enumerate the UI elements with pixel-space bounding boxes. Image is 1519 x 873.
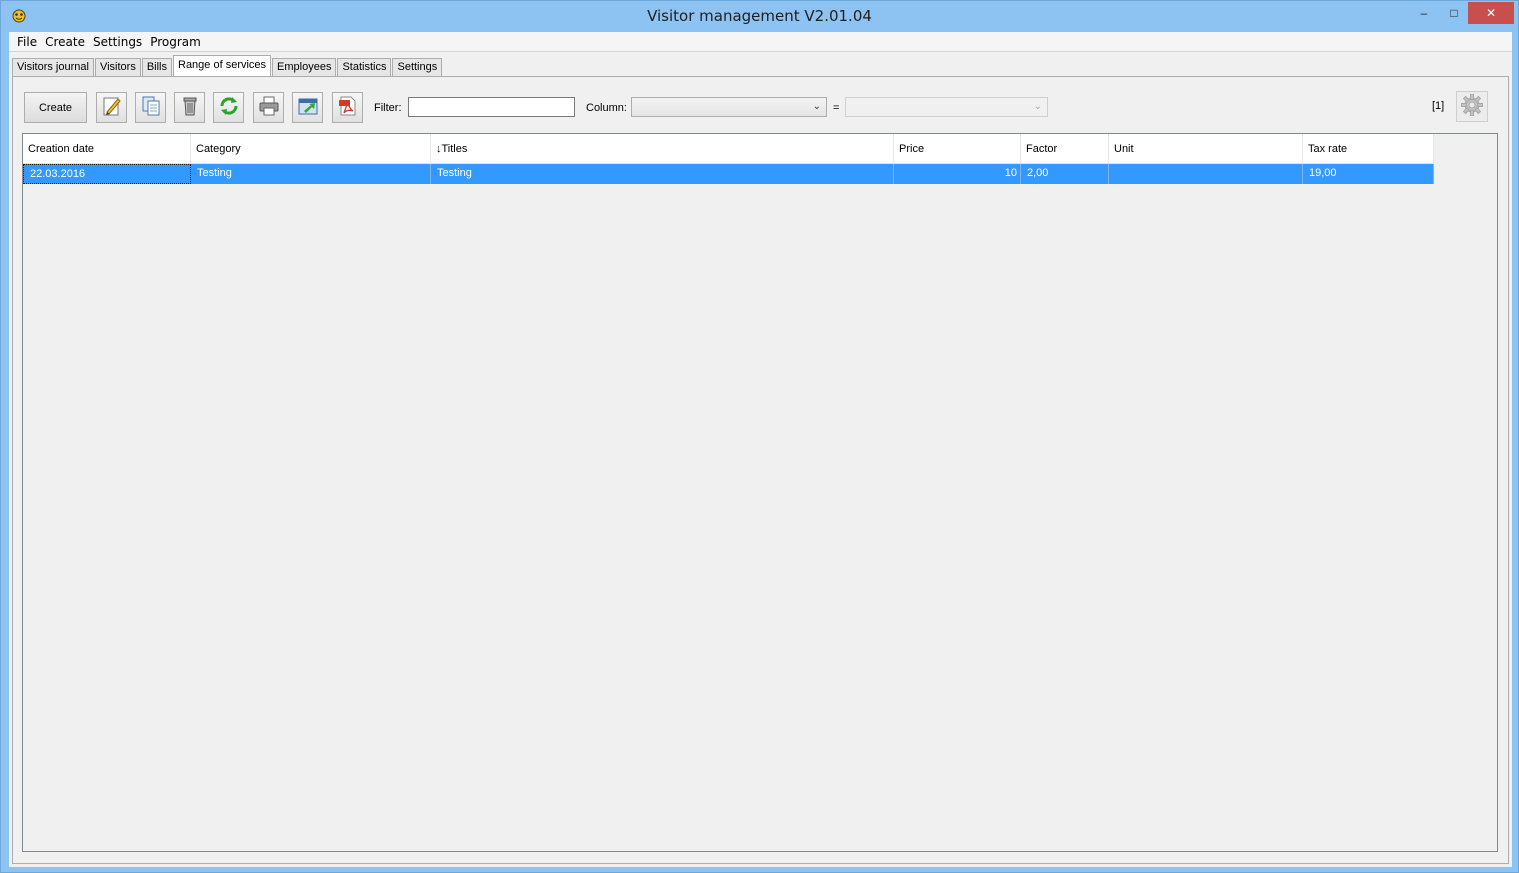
print-button[interactable] [253,92,284,123]
settings-button[interactable] [1456,91,1488,122]
pdf-export-button[interactable] [332,92,363,123]
value-select[interactable]: ⌄ [845,97,1048,117]
tab-visitors[interactable]: Visitors [94,58,141,76]
export-icon [297,95,319,120]
delete-icon [179,95,201,120]
chevron-down-icon: ⌄ [1033,101,1042,112]
tab-statistics[interactable]: Statistics [337,58,392,76]
range-of-services-panel: Create Filter: Column: ⌄ = ⌄ [1] Creatio… [12,76,1509,864]
header-price[interactable]: Price [894,134,1021,164]
cell-price[interactable]: 10 [894,164,1021,184]
header-unit[interactable]: Unit [1109,134,1303,164]
menu-program[interactable]: Program [146,35,205,49]
cell-unit[interactable] [1109,164,1303,184]
filter-label: Filter: [374,102,402,114]
equals-label: = [833,102,840,114]
client-area: File Create Settings Program Visitors jo… [9,32,1512,867]
tab-range-of-services[interactable]: Range of services [173,55,272,76]
header-factor[interactable]: Factor [1021,134,1109,164]
header-titles[interactable]: ↓Titles [431,134,894,164]
close-button[interactable]: ✕ [1468,2,1514,24]
refresh-icon [218,95,240,120]
menu-bar: File Create Settings Program [9,32,1512,52]
header-category[interactable]: Category [191,134,431,164]
window-title: Visitor management V2.01.04 [647,7,872,25]
menu-create[interactable]: Create [41,35,89,49]
export-button[interactable] [292,92,323,123]
copy-icon [140,95,162,120]
edit-button[interactable] [96,92,127,123]
copy-button[interactable] [135,92,166,123]
table-row[interactable]: 22.03.2016 Testing Testing 10 2,00 19,00 [23,164,1434,184]
column-select[interactable]: ⌄ [631,97,827,117]
menu-settings[interactable]: Settings [89,35,146,49]
title-bar[interactable]: Visitor management V2.01.04 – □ ✕ [1,1,1518,31]
print-icon [258,95,280,120]
pdf-icon [337,95,359,120]
menu-file[interactable]: File [13,35,41,49]
chevron-down-icon: ⌄ [812,101,821,112]
delete-button[interactable] [174,92,205,123]
tab-settings[interactable]: Settings [392,58,443,76]
cell-titles[interactable]: Testing [431,164,894,184]
header-creation-date[interactable]: Creation date [23,134,191,164]
create-button[interactable]: Create [24,92,87,123]
cell-tax-rate[interactable]: 19,00 [1303,164,1434,184]
tab-strip: Visitors journal Visitors Bills Range of… [12,55,443,76]
header-tax-rate[interactable]: Tax rate [1303,134,1434,164]
maximize-button[interactable]: □ [1441,2,1467,24]
gear-icon [1460,93,1484,120]
refresh-button[interactable] [213,92,244,123]
services-grid[interactable]: Creation date Category ↓Titles Price Fac… [22,133,1498,852]
grid-header: Creation date Category ↓Titles Price Fac… [23,134,1434,164]
minimize-button[interactable]: – [1411,2,1437,24]
cell-factor[interactable]: 2,00 [1021,164,1109,184]
edit-icon [101,95,123,120]
cell-creation-date[interactable]: 22.03.2016 [23,164,191,184]
tab-visitors-journal[interactable]: Visitors journal [12,58,94,76]
column-label: Column: [586,102,627,114]
tab-bills[interactable]: Bills [141,58,172,76]
record-count: [1] [1432,100,1445,112]
cell-category[interactable]: Testing [191,164,431,184]
filter-input[interactable] [408,97,575,117]
tab-employees[interactable]: Employees [272,58,337,76]
app-window: Visitor management V2.01.04 – □ ✕ File C… [0,0,1519,873]
